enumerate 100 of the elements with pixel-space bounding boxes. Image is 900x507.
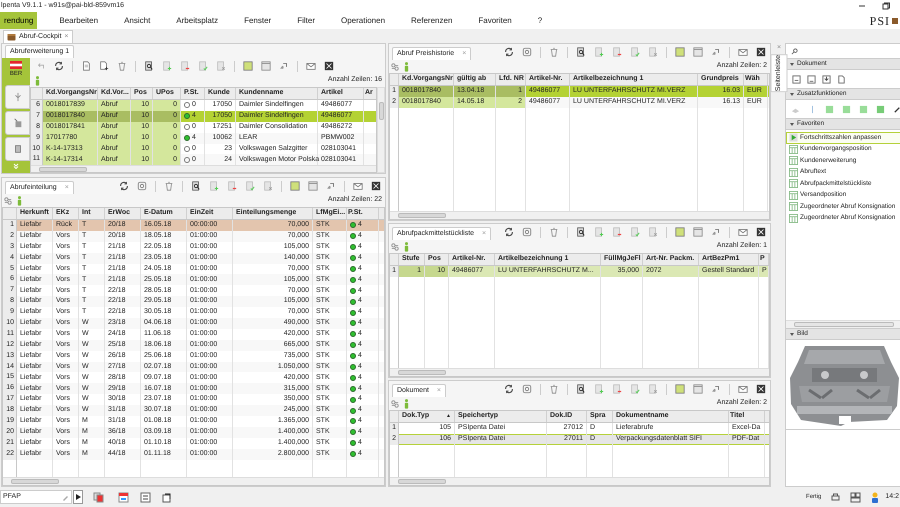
refresh-icon[interactable]: [504, 384, 514, 394]
document-icon[interactable]: [792, 74, 801, 84]
add-icon[interactable]: [594, 47, 604, 57]
search-icon[interactable]: [191, 181, 201, 191]
target-icon[interactable]: [137, 181, 147, 191]
table-icon[interactable]: [789, 179, 798, 188]
close-all-icon[interactable]: [756, 227, 766, 237]
mail-icon[interactable]: [738, 384, 748, 394]
search-icon[interactable]: [576, 47, 586, 57]
table-icon[interactable]: [789, 144, 798, 154]
check-icon[interactable]: [630, 227, 640, 237]
search-icon[interactable]: [144, 61, 154, 71]
remove-icon[interactable]: [612, 227, 622, 237]
layout-icon[interactable]: [261, 61, 271, 71]
table-icon[interactable]: [290, 181, 300, 191]
mail-icon[interactable]: [738, 47, 748, 57]
table-icon[interactable]: [675, 47, 685, 57]
menu-item[interactable]: Operationen: [337, 12, 390, 29]
menu-item[interactable]: Fenster: [240, 12, 276, 29]
filter-icon[interactable]: [391, 242, 399, 250]
vertical-scrollbar[interactable]: [377, 87, 385, 173]
trash-icon[interactable]: [117, 61, 127, 71]
target-icon[interactable]: [522, 227, 532, 237]
target-icon[interactable]: [522, 47, 532, 57]
trash-icon[interactable]: [549, 227, 559, 237]
add-icon[interactable]: [594, 384, 604, 394]
trash-icon[interactable]: [549, 47, 559, 57]
table-icon[interactable]: [789, 214, 798, 223]
new-document-icon[interactable]: [99, 61, 109, 71]
check-icon[interactable]: [245, 181, 255, 191]
person-icon[interactable]: [404, 62, 409, 72]
search-icon[interactable]: [576, 384, 586, 394]
filter-icon[interactable]: [4, 196, 12, 204]
add-icon[interactable]: [162, 61, 172, 71]
play-icon[interactable]: [789, 133, 798, 142]
download-icon[interactable]: [822, 74, 831, 84]
person-icon[interactable]: [404, 242, 409, 252]
table-icon[interactable]: [675, 227, 685, 237]
mail-icon[interactable]: [738, 227, 748, 237]
menu-item[interactable]: Referenzen: [407, 12, 456, 29]
remove-icon[interactable]: [227, 181, 237, 191]
menu-item[interactable]: rendung: [0, 12, 38, 29]
add-icon[interactable]: [209, 181, 219, 191]
table-icon[interactable]: [675, 384, 685, 394]
horizontal-scrollbar[interactable]: [390, 477, 769, 485]
horizontal-scrollbar[interactable]: [3, 477, 384, 485]
filter-icon[interactable]: [391, 62, 399, 70]
close-all-icon[interactable]: [756, 47, 766, 57]
refresh-icon[interactable]: [504, 227, 514, 237]
layout-icon[interactable]: [693, 47, 703, 57]
refresh-icon[interactable]: [504, 47, 514, 57]
undo-icon[interactable]: [36, 61, 46, 71]
network-icon[interactable]: [850, 492, 862, 502]
menu-item[interactable]: ?: [534, 12, 546, 29]
export-icon[interactable]: [161, 492, 172, 502]
menu-item[interactable]: Filter: [293, 12, 319, 29]
layout-icon[interactable]: [693, 384, 703, 394]
search-icon[interactable]: [576, 227, 586, 237]
settings-icon[interactable]: [140, 492, 151, 502]
side-tab[interactable]: [5, 137, 30, 161]
remove-icon[interactable]: [612, 384, 622, 394]
refresh-icon[interactable]: [119, 181, 129, 191]
menu-item[interactable]: Bearbeiten: [55, 12, 102, 29]
side-tab[interactable]: [5, 85, 30, 109]
run-button[interactable]: [73, 490, 83, 504]
person-icon[interactable]: [404, 398, 409, 408]
side-tab[interactable]: [5, 111, 30, 135]
person-icon[interactable]: [17, 196, 22, 206]
restore-icon[interactable]: [882, 2, 890, 10]
printer-icon[interactable]: [831, 492, 840, 502]
remove-icon[interactable]: [180, 61, 190, 71]
filter-icon[interactable]: [391, 400, 399, 408]
delete-icon[interactable]: [216, 61, 226, 71]
delete-icon[interactable]: [648, 384, 658, 394]
close-all-icon[interactable]: [371, 181, 381, 191]
menu-item[interactable]: Arbeitsplatz: [172, 12, 222, 29]
table-icon[interactable]: [789, 202, 798, 212]
target-icon[interactable]: [522, 384, 532, 394]
document-icon[interactable]: [837, 74, 846, 84]
horizontal-scrollbar[interactable]: [390, 368, 769, 376]
mail-icon[interactable]: [353, 181, 363, 191]
add-icon[interactable]: [594, 227, 604, 237]
table-icon[interactable]: [789, 190, 798, 200]
menu-item[interactable]: Favoriten: [474, 12, 516, 29]
document-icon[interactable]: [807, 74, 816, 84]
remove-icon[interactable]: [612, 47, 622, 57]
check-icon[interactable]: [630, 47, 640, 57]
check-icon[interactable]: [630, 384, 640, 394]
horizontal-scrollbar[interactable]: [390, 211, 769, 219]
user-icon[interactable]: [871, 492, 880, 502]
layout-icon[interactable]: [693, 227, 703, 237]
chevron-down-icon[interactable]: [13, 163, 19, 169]
close-all-icon[interactable]: [324, 61, 334, 71]
close-all-icon[interactable]: [756, 384, 766, 394]
delete-icon[interactable]: [648, 227, 658, 237]
horizontal-scrollbar[interactable]: [786, 320, 900, 328]
refresh-icon[interactable]: [54, 61, 64, 71]
table-icon[interactable]: [243, 61, 253, 71]
trash-icon[interactable]: [549, 384, 559, 394]
check-icon[interactable]: [198, 61, 208, 71]
